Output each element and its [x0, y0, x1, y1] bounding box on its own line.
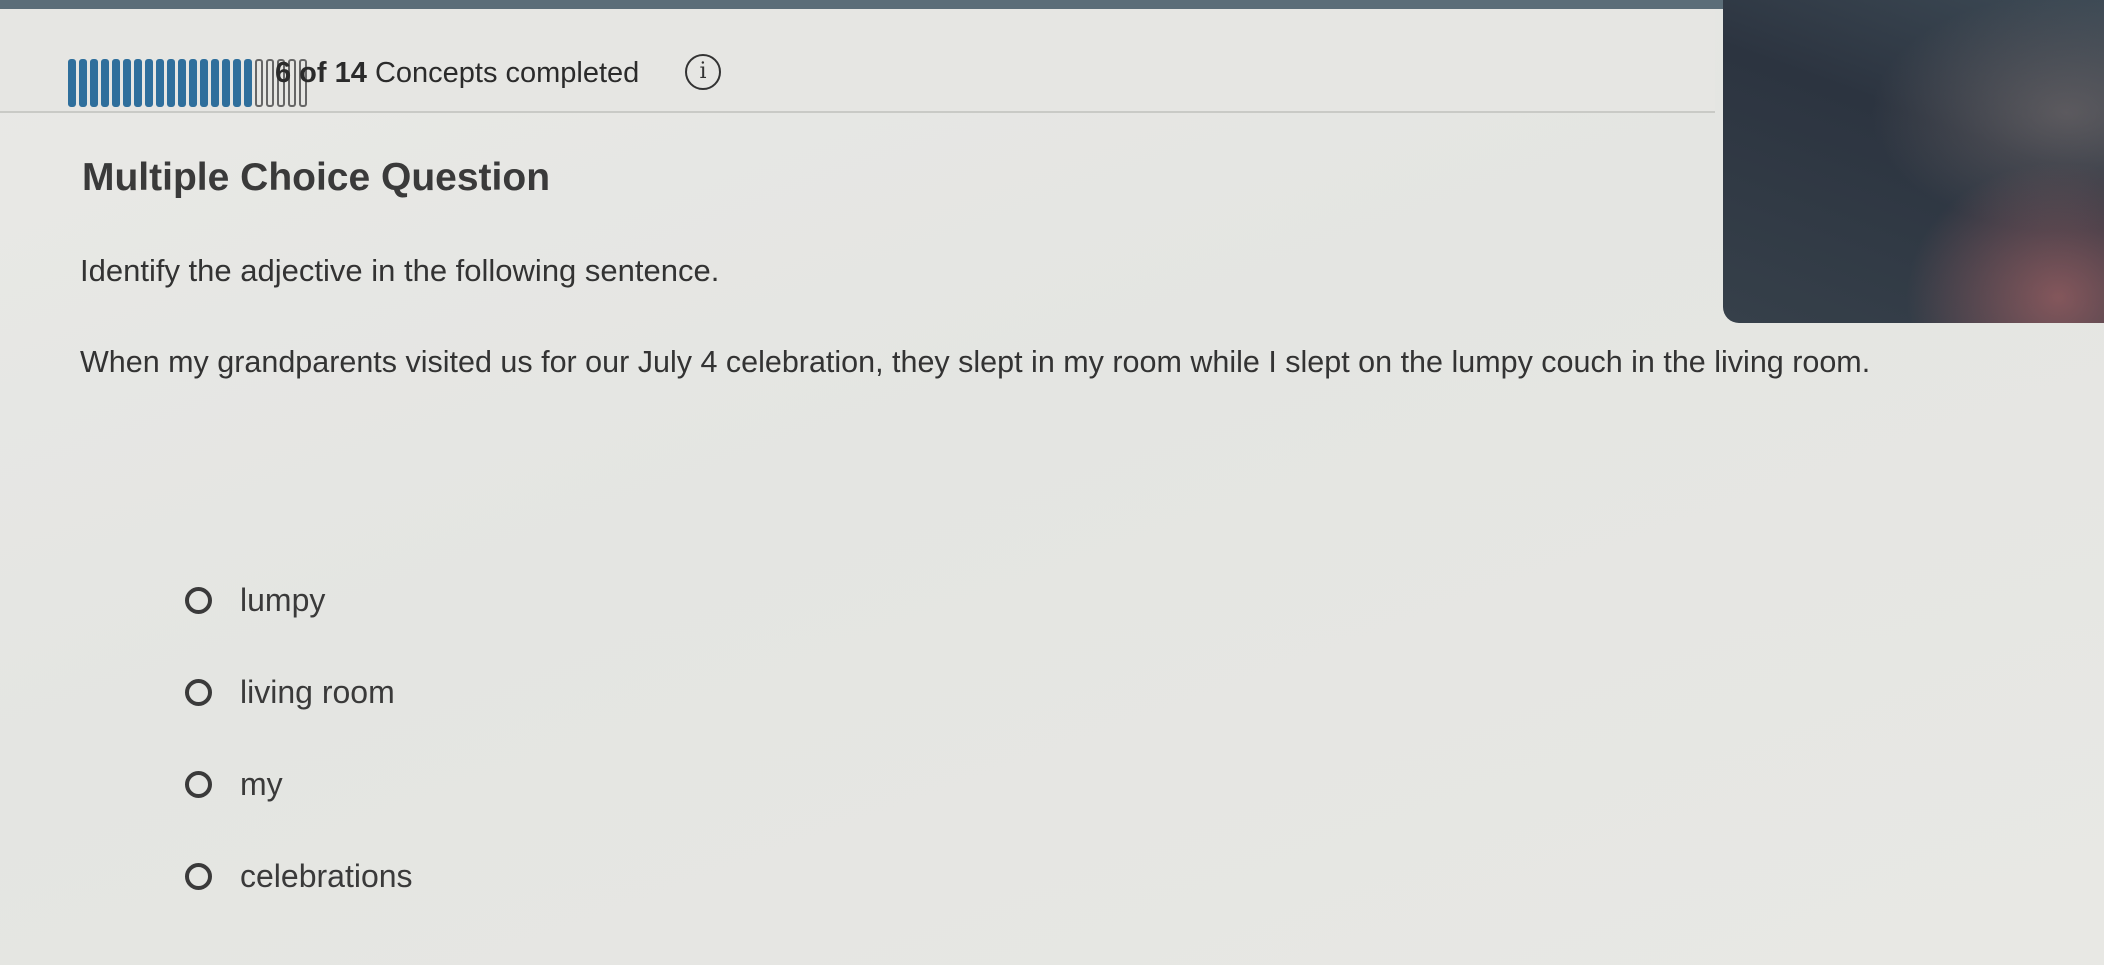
radio-button[interactable] [185, 770, 212, 798]
progress-count: 6 of 14 [275, 57, 367, 89]
progress-segment-filled [178, 59, 186, 107]
radio-button[interactable] [185, 862, 212, 890]
answer-option[interactable]: living room [185, 662, 413, 722]
progress-segment-filled [112, 59, 120, 107]
progress-segment-filled [68, 59, 76, 107]
progress-segment-empty [266, 59, 274, 107]
progress-segment-filled [211, 59, 219, 107]
progress-text: 6 of 14 Concepts completed [275, 55, 639, 91]
answer-option-label: lumpy [240, 581, 326, 618]
answer-option-label: celebrations [240, 857, 413, 894]
info-icon[interactable]: i [685, 54, 721, 90]
progress-segment-filled [156, 59, 164, 107]
answer-option[interactable]: lumpy [185, 570, 413, 630]
radio-button[interactable] [185, 586, 212, 614]
answer-option[interactable]: celebrations [185, 846, 413, 906]
progress-segment-filled [79, 59, 87, 107]
answer-options: lumpy living room my celebrations [185, 570, 413, 938]
progress-suffix: Concepts completed [374, 57, 640, 89]
progress-segment-filled [244, 59, 252, 107]
progress-segment-filled [90, 59, 98, 107]
progress-segment-filled [167, 59, 175, 107]
progress-bar [68, 59, 307, 109]
progress-segment-filled [145, 59, 153, 107]
progress-header: 6 of 14 Concepts completed i [0, 9, 1715, 113]
progress-segment-filled [134, 59, 142, 107]
radio-button[interactable] [185, 678, 212, 706]
webcam-overlay [1723, 0, 2104, 323]
progress-segment-filled [101, 59, 109, 107]
answer-option-label: living room [240, 673, 395, 710]
question-type-heading: Multiple Choice Question [82, 156, 551, 199]
question-sentence: When my grandparents visited us for our … [80, 345, 1871, 379]
answer-option-label: my [240, 765, 283, 802]
progress-segment-filled [233, 59, 241, 107]
progress-segment-filled [200, 59, 208, 107]
question-prompt: Identify the adjective in the following … [80, 253, 720, 288]
progress-segment-filled [222, 59, 230, 107]
progress-segment-filled [123, 59, 131, 107]
progress-segment-filled [189, 59, 197, 107]
answer-option[interactable]: my [185, 754, 413, 814]
progress-segment-empty [255, 59, 263, 107]
